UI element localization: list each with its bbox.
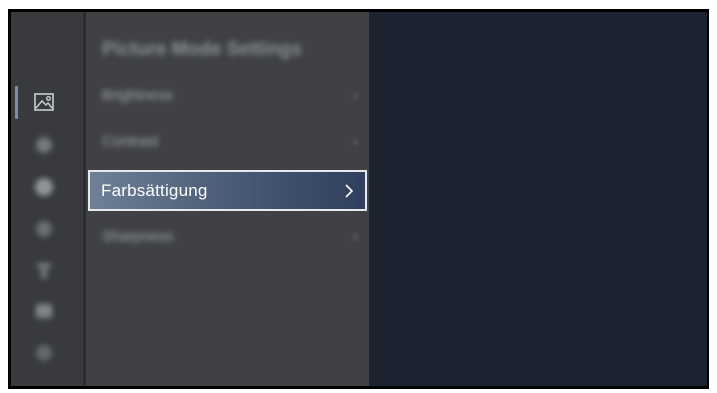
chevron-right-icon: [342, 181, 356, 201]
tv-screen: Picture Mode Settings Brightness › Contr…: [8, 9, 709, 389]
menu-item-contrast[interactable]: Contrast: [102, 133, 159, 150]
accessibility-icon[interactable]: [32, 299, 56, 323]
channel-icon[interactable]: [32, 175, 56, 199]
network-icon[interactable]: [32, 217, 56, 241]
chevron-right-icon: ›: [353, 228, 358, 244]
active-category-indicator: [15, 86, 18, 119]
menu-item-brightness[interactable]: Brightness: [102, 87, 173, 104]
system-icon[interactable]: [32, 259, 56, 283]
menu-item-color-saturation[interactable]: Farbsättigung: [88, 170, 367, 211]
sound-icon[interactable]: [32, 133, 56, 157]
preview-area: [369, 12, 707, 386]
chevron-right-icon: ›: [353, 133, 358, 149]
chevron-right-icon: ›: [353, 87, 358, 103]
menu-title: Picture Mode Settings: [102, 39, 302, 60]
picture-icon[interactable]: [32, 90, 56, 114]
settings-category-rail: [11, 12, 85, 386]
menu-item-label: Farbsättigung: [101, 181, 208, 200]
menu-item-sharpness[interactable]: Sharpness: [102, 228, 174, 245]
support-icon[interactable]: [32, 341, 56, 365]
